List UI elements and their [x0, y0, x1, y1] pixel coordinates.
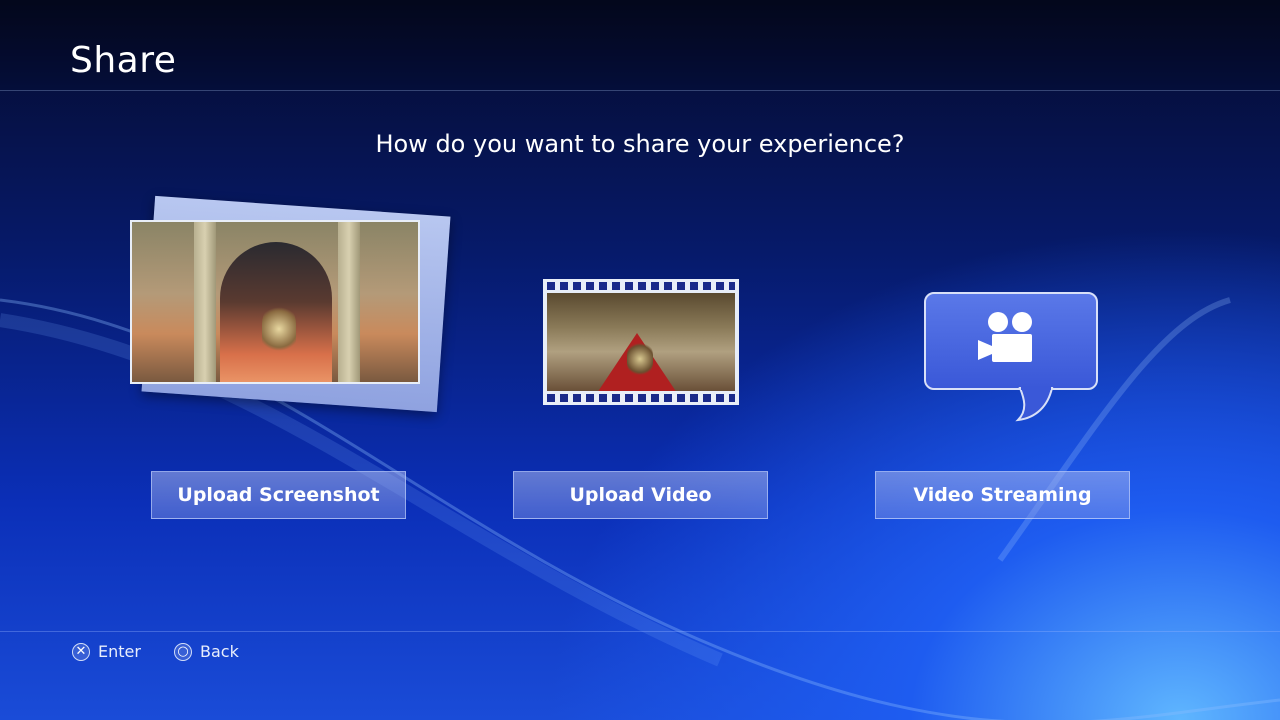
video-streaming-button[interactable]: Video Streaming [875, 471, 1130, 519]
pillar-right [338, 222, 360, 382]
chandelier-figure [262, 304, 296, 354]
speech-bubble-tail [1015, 386, 1054, 422]
back-label: Back [200, 642, 239, 661]
enter-label: Enter [98, 642, 141, 661]
film-holes-top [547, 282, 735, 290]
video-camera-icon [978, 312, 1032, 362]
film-strip-icon[interactable] [543, 279, 739, 405]
screenshot-thumbnail [130, 220, 420, 384]
share-question: How do you want to share your experience… [375, 130, 905, 158]
enter-hint: ✕ Enter [72, 642, 141, 661]
video-thumbnail [547, 293, 735, 391]
page-title: Share [70, 40, 177, 81]
cross-button-icon: ✕ [72, 642, 90, 661]
header-bar [0, 0, 1280, 91]
upload-screenshot-button[interactable]: Upload Screenshot [151, 471, 406, 519]
share-screen: Share How do you want to share your expe… [0, 0, 1280, 720]
back-hint[interactable]: ○ Back [174, 642, 239, 661]
upload-video-button[interactable]: Upload Video [513, 471, 768, 519]
circle-button-icon: ○ [174, 642, 192, 661]
film-holes-bottom [547, 394, 735, 402]
video-figure [627, 341, 653, 377]
pillar-left [194, 222, 216, 382]
